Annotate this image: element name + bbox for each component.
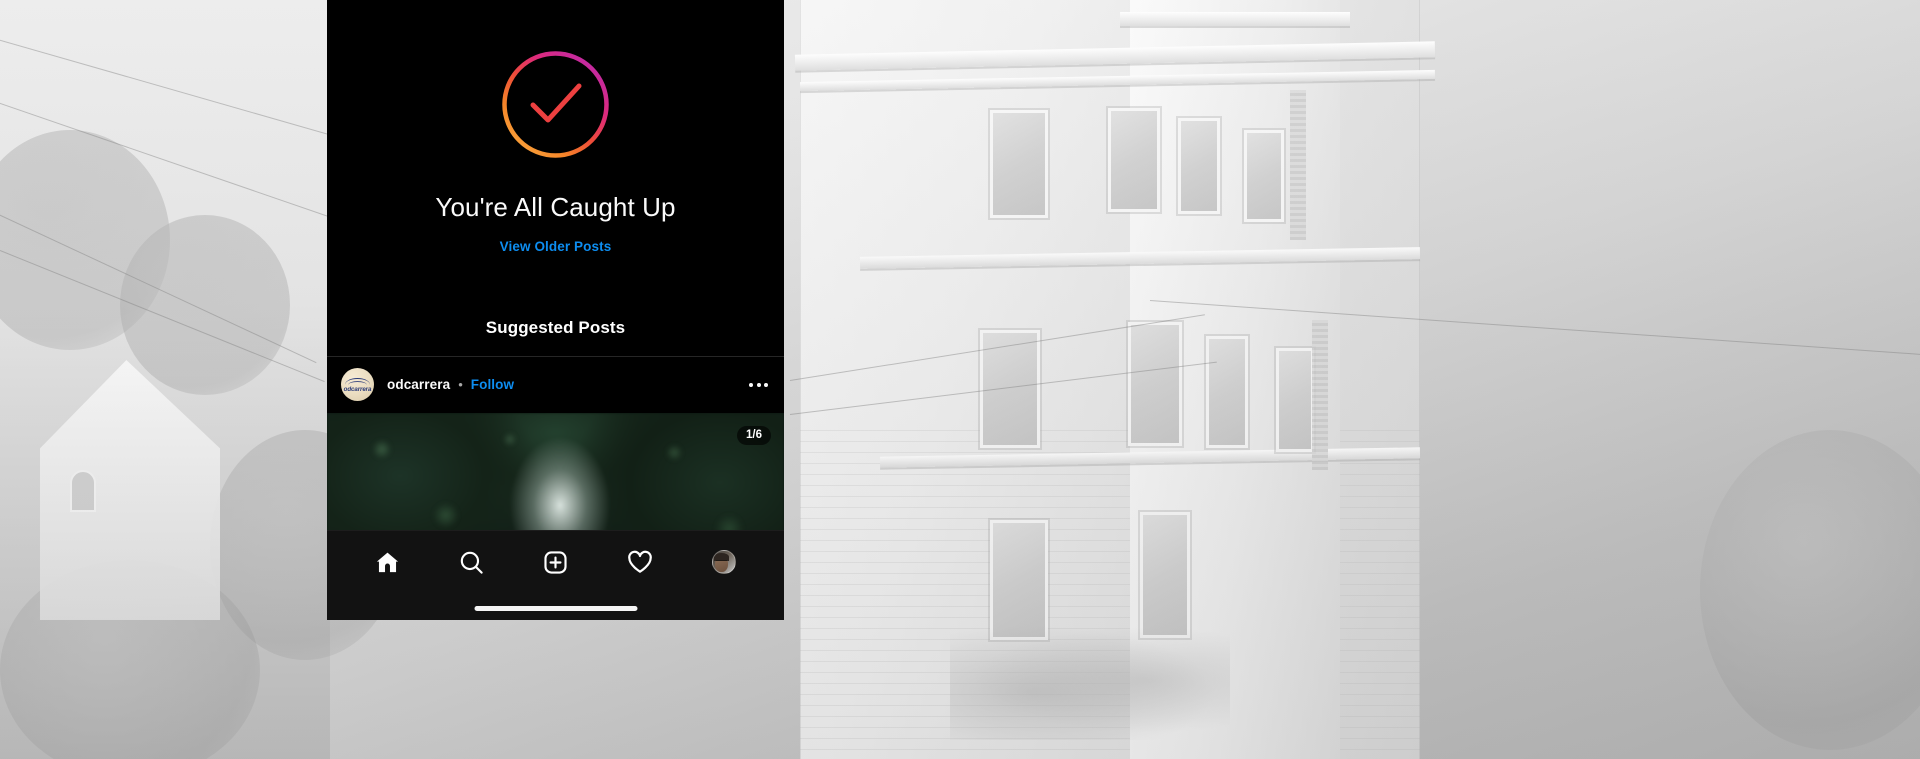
carousel-counter-badge: 1/6 [737,425,771,446]
home-icon [374,549,401,576]
bottom-navigation-bar [327,530,784,620]
caught-up-title: You're All Caught Up [435,192,676,222]
heart-icon [626,548,654,576]
background-photo [0,0,1920,759]
avatar-glasses [715,560,727,563]
caught-up-section: You're All Caught Up View Older Posts [327,0,784,256]
profile-avatar [711,550,736,574]
nav-activity-button[interactable] [617,539,663,585]
post-header: odcarrera odcarrera • Follow [327,357,784,413]
nav-search-button[interactable] [448,539,494,585]
nav-home-button[interactable] [364,539,410,585]
post-separator: • [458,377,463,393]
view-older-posts-link[interactable]: View Older Posts [500,239,612,254]
post-username[interactable]: odcarrera [387,377,450,392]
follow-button[interactable]: Follow [471,377,514,392]
more-options-icon[interactable] [747,375,770,395]
suggested-posts-heading: Suggested Posts [485,317,626,337]
photo-overlay-scrim [0,0,1920,759]
nav-profile-button[interactable] [701,539,747,585]
nav-create-button[interactable] [532,539,578,585]
avatar[interactable]: odcarrera [341,368,374,402]
home-indicator-bar[interactable] [474,606,637,611]
search-icon [458,549,485,576]
plus-square-icon [542,549,569,576]
checkmark-circle-gradient-icon [499,48,612,161]
avatar-brand-text: odcarrera [343,386,372,394]
instagram-phone-screenshot: You're All Caught Up View Older Posts Su… [327,0,784,620]
